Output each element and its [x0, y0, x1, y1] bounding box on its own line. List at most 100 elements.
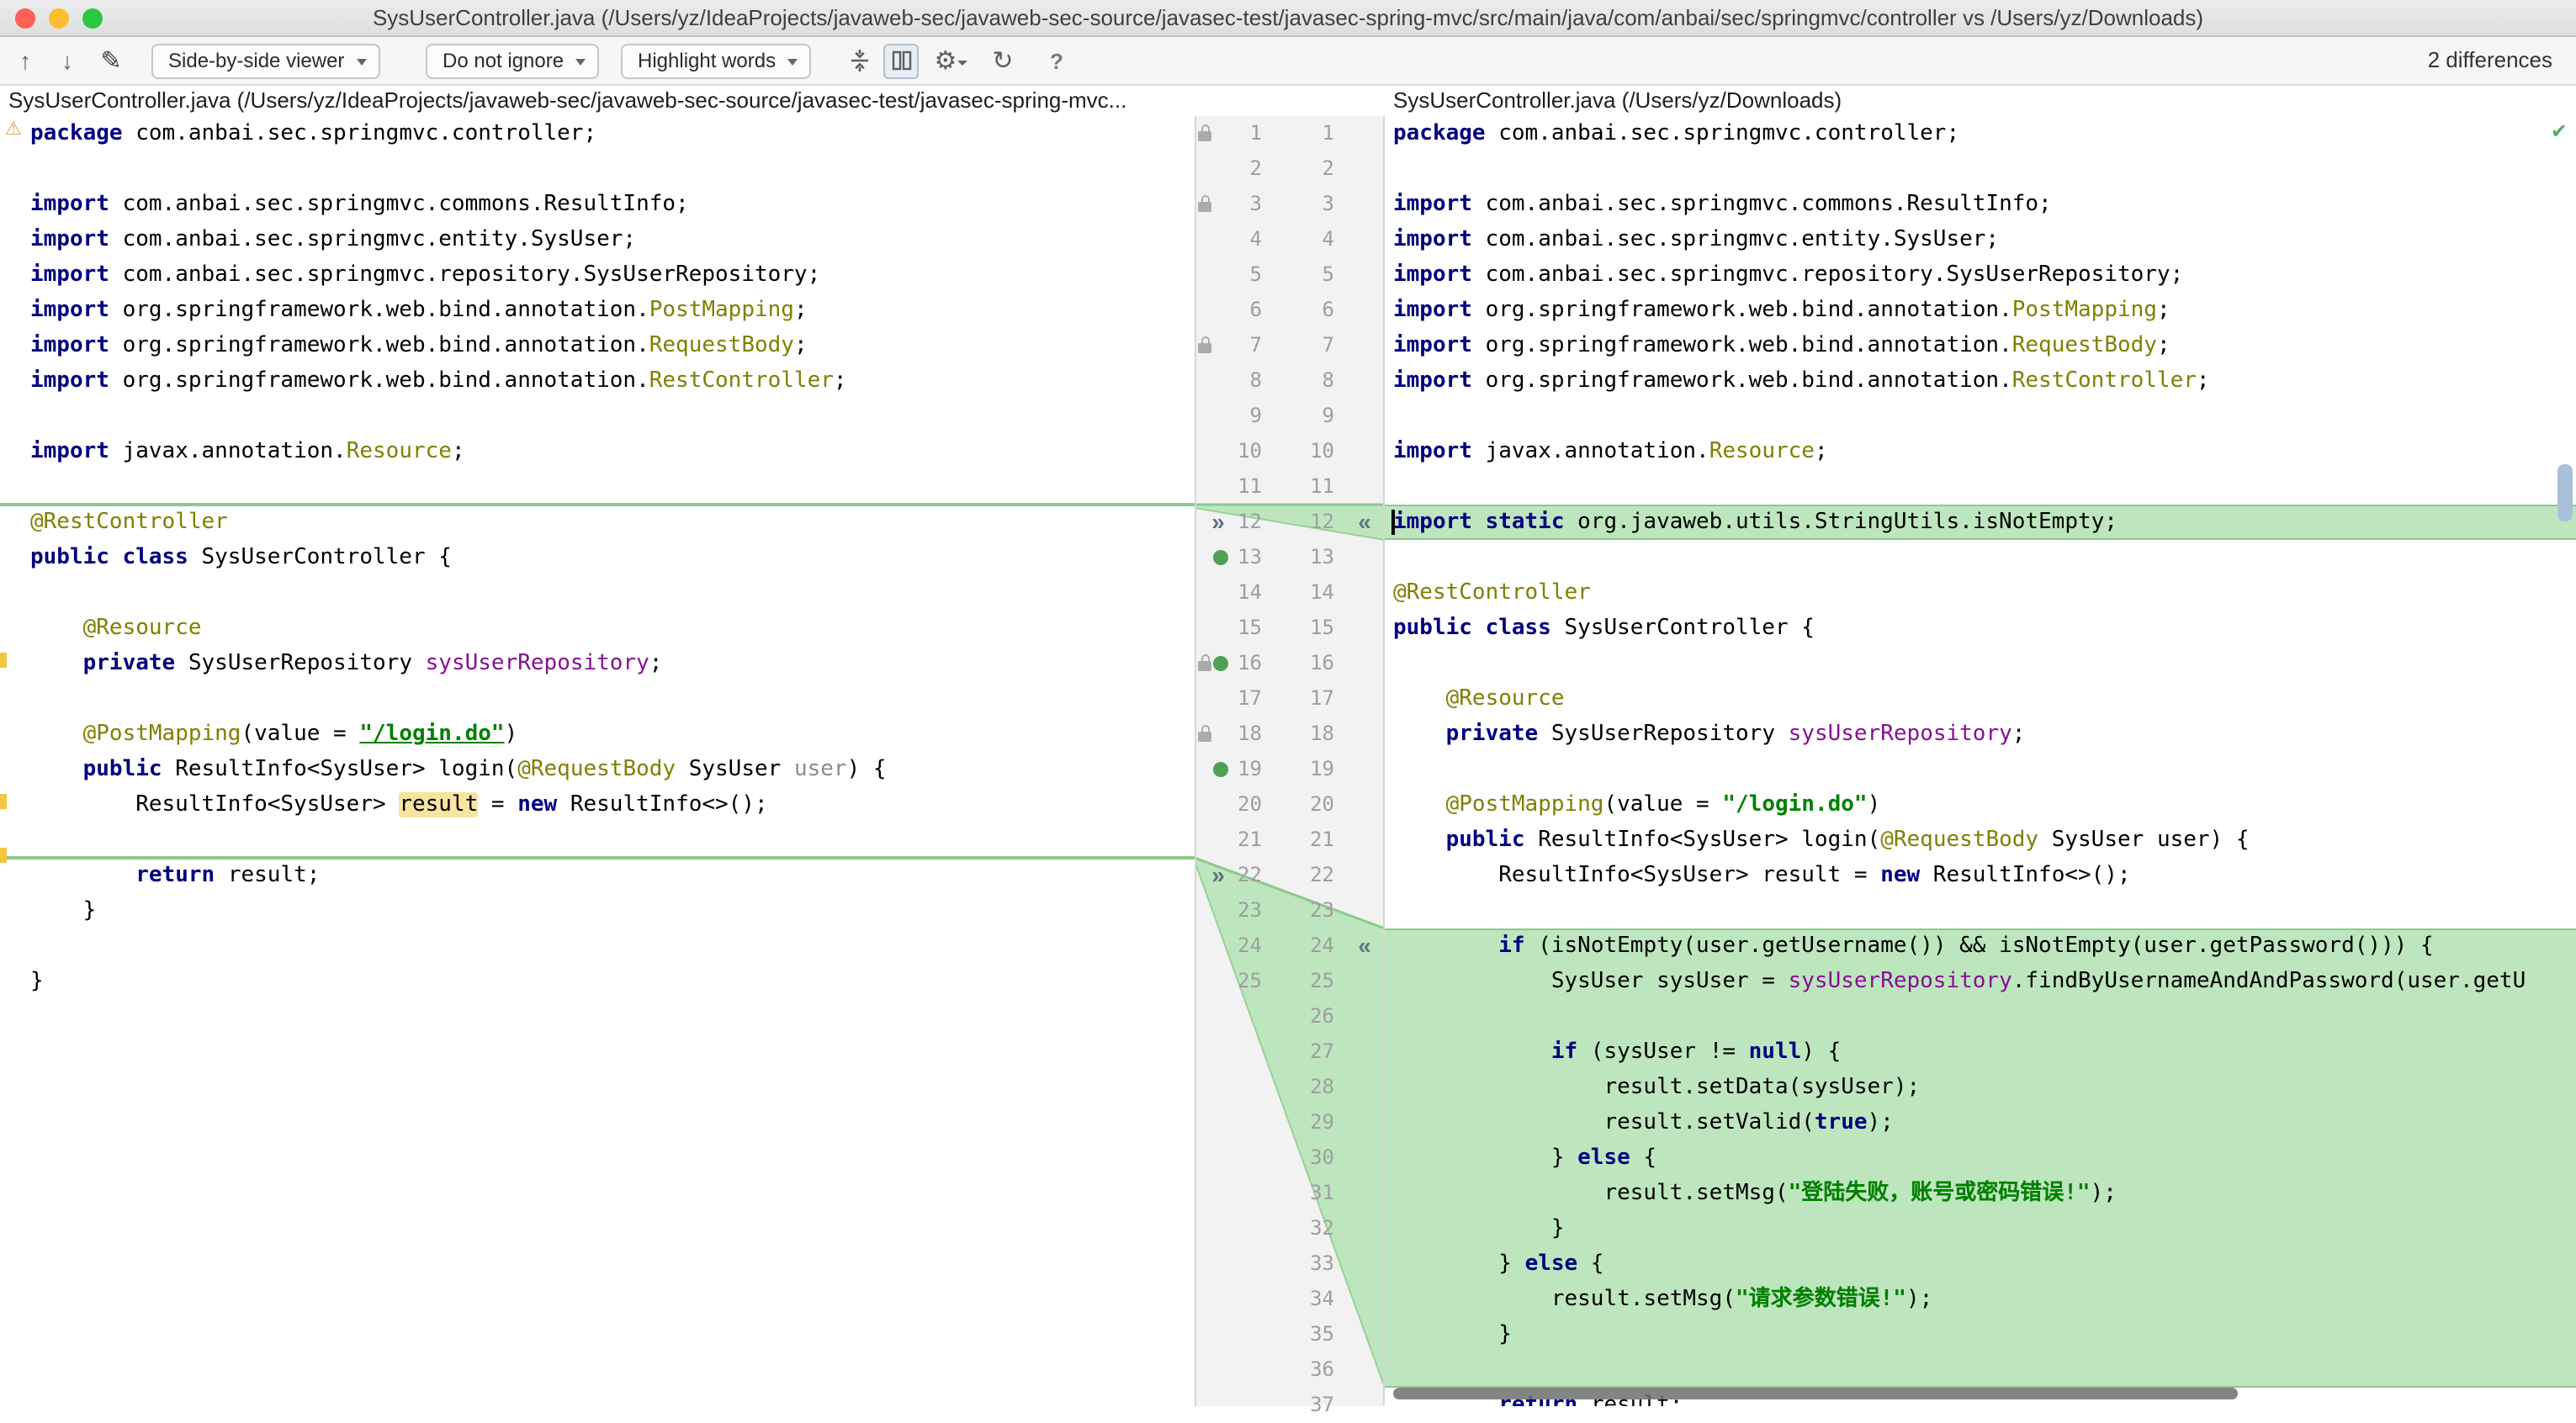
code-token: "登陆失败，账号或密码错误!" [1788, 1181, 2091, 1206]
code-line[interactable] [1385, 469, 2576, 505]
code-line[interactable]: public class SysUserController { [1385, 611, 2576, 646]
code-line[interactable]: public class SysUserController { [0, 540, 1195, 575]
code-line[interactable]: } [0, 964, 1195, 999]
code-line[interactable]: import com.anbai.sec.springmvc.commons.R… [0, 187, 1195, 222]
code-line[interactable] [1385, 399, 2576, 434]
gear-icon[interactable]: ⚙ [929, 45, 967, 77]
pane-divider [1383, 116, 1385, 1406]
code-line[interactable]: SysUser sysUser = sysUserRepository.find… [1385, 964, 2576, 999]
code-line[interactable] [1385, 999, 2576, 1034]
code-token: import [1393, 192, 1472, 217]
warning-icon[interactable]: ⚠ [5, 118, 22, 140]
code-line[interactable] [1385, 752, 2576, 787]
code-line[interactable] [0, 681, 1195, 717]
ignore-policy-dropdown[interactable]: Do not ignore [426, 44, 600, 79]
code-line[interactable] [1385, 893, 2576, 928]
line-number: 3 [1322, 192, 1334, 215]
change-marker-icon[interactable] [1213, 762, 1228, 777]
align-changes-icon[interactable] [883, 44, 919, 79]
apply-change-chevron[interactable]: » [1205, 505, 1232, 540]
code-line[interactable]: import org.springframework.web.bind.anno… [1385, 363, 2576, 399]
code-line[interactable] [1385, 646, 2576, 681]
code-line[interactable]: } [1385, 1211, 2576, 1246]
code-line[interactable]: import com.anbai.sec.springmvc.repositor… [0, 257, 1195, 293]
code-line[interactable]: import com.anbai.sec.springmvc.commons.R… [1385, 187, 2576, 222]
code-line[interactable]: @RestController [0, 505, 1195, 540]
code-line[interactable] [1385, 151, 2576, 187]
line-number: 19 [1310, 757, 1334, 780]
file-headers: SysUserController.java (/Users/yz/IdeaPr… [0, 86, 2576, 116]
code-line[interactable]: if (sysUser != null) { [1385, 1034, 2576, 1070]
change-marker-icon[interactable] [1213, 656, 1228, 671]
code-line[interactable]: return result; [0, 858, 1195, 893]
line-number: 12 [1310, 510, 1334, 533]
code-line[interactable]: @Resource [1385, 681, 2576, 717]
code-line[interactable]: @PostMapping(value = "/login.do") [0, 717, 1195, 752]
code-line[interactable]: result.setMsg("请求参数错误!"); [1385, 1282, 2576, 1317]
code-line[interactable]: package com.anbai.sec.springmvc.controll… [1385, 116, 2576, 151]
code-line[interactable]: import com.anbai.sec.springmvc.entity.Sy… [0, 222, 1195, 257]
edit-icon[interactable]: ✎ [94, 45, 128, 77]
previous-difference-button[interactable]: ↑ [8, 45, 42, 77]
code-line[interactable]: public ResultInfo<SysUser> login(@Reques… [0, 752, 1195, 787]
change-marker-icon[interactable] [1213, 550, 1228, 565]
code-token: @RestController [1393, 580, 1591, 606]
code-token: ; [793, 333, 808, 358]
code-line[interactable]: @RestController [1385, 575, 2576, 611]
zoom-button[interactable] [82, 8, 103, 29]
horizontal-scrollbar-thumb[interactable] [1393, 1388, 2238, 1399]
code-line[interactable]: } [1385, 1317, 2576, 1352]
code-line[interactable]: } else { [1385, 1140, 2576, 1176]
apply-change-chevron[interactable]: « [1351, 928, 1378, 964]
code-line[interactable] [0, 823, 1195, 858]
line-number: 34 [1310, 1287, 1334, 1310]
apply-change-chevron[interactable]: « [1351, 505, 1378, 540]
code-line[interactable] [0, 928, 1195, 964]
code-line[interactable] [1385, 540, 2576, 575]
code-token: private [1445, 722, 1539, 747]
code-line[interactable] [0, 575, 1195, 611]
code-line[interactable]: import com.anbai.sec.springmvc.entity.Sy… [1385, 222, 2576, 257]
highlight-mode-dropdown[interactable]: Highlight words [621, 44, 812, 79]
code-line[interactable]: import org.springframework.web.bind.anno… [0, 363, 1195, 399]
collapse-unchanged-icon[interactable] [841, 44, 877, 79]
code-line[interactable] [0, 469, 1195, 505]
code-line[interactable] [0, 399, 1195, 434]
code-line[interactable] [1385, 1352, 2576, 1388]
line-number: 17 [1310, 686, 1334, 710]
code-line[interactable]: result.setValid(true); [1385, 1105, 2576, 1140]
code-line[interactable]: } [0, 893, 1195, 928]
code-line[interactable]: import org.springframework.web.bind.anno… [1385, 328, 2576, 363]
code-line[interactable]: import static org.javaweb.utils.StringUt… [1385, 505, 2576, 540]
code-line[interactable]: } else { [1385, 1246, 2576, 1282]
code-line[interactable]: ResultInfo<SysUser> result = new ResultI… [0, 787, 1195, 823]
code-line[interactable]: package com.anbai.sec.springmvc.controll… [0, 116, 1195, 151]
code-line[interactable]: import com.anbai.sec.springmvc.repositor… [1385, 257, 2576, 293]
code-line[interactable]: result.setData(sysUser); [1385, 1070, 2576, 1105]
code-line[interactable]: result.setMsg("登陆失败，账号或密码错误!"); [1385, 1176, 2576, 1211]
code-line[interactable]: import org.springframework.web.bind.anno… [0, 328, 1195, 363]
minimize-button[interactable] [49, 8, 69, 29]
code-line[interactable]: if (isNotEmpty(user.getUsername()) && is… [1385, 928, 2576, 964]
code-line[interactable]: import org.springframework.web.bind.anno… [0, 293, 1195, 328]
scrollbar-change-stripe[interactable] [2557, 464, 2573, 521]
code-token: org.springframework.web.bind.annotation. [109, 368, 649, 394]
next-difference-button[interactable]: ↓ [50, 45, 84, 77]
code-line[interactable]: private SysUserRepository sysUserReposit… [1385, 717, 2576, 752]
code-line[interactable]: import javax.annotation.Resource; [0, 434, 1195, 469]
code-line[interactable]: @Resource [0, 611, 1195, 646]
code-token: com.anbai.sec.springmvc.repository.SysUs… [109, 262, 821, 288]
refresh-icon[interactable]: ↻ [986, 45, 1020, 77]
code-line[interactable]: public ResultInfo<SysUser> login(@Reques… [1385, 823, 2576, 858]
code-line[interactable] [0, 151, 1195, 187]
code-line[interactable]: import javax.annotation.Resource; [1385, 434, 2576, 469]
inspections-ok-icon[interactable]: ✔ [2551, 119, 2568, 143]
code-line[interactable]: @PostMapping(value = "/login.do") [1385, 787, 2576, 823]
code-line[interactable]: ResultInfo<SysUser> result = new ResultI… [1385, 858, 2576, 893]
viewer-mode-dropdown[interactable]: Side-by-side viewer [151, 44, 380, 79]
close-button[interactable] [15, 8, 35, 29]
code-line[interactable]: private SysUserRepository sysUserReposit… [0, 646, 1195, 681]
help-icon[interactable]: ? [1040, 45, 1073, 77]
code-line[interactable]: import org.springframework.web.bind.anno… [1385, 293, 2576, 328]
apply-change-chevron[interactable]: » [1205, 858, 1232, 893]
